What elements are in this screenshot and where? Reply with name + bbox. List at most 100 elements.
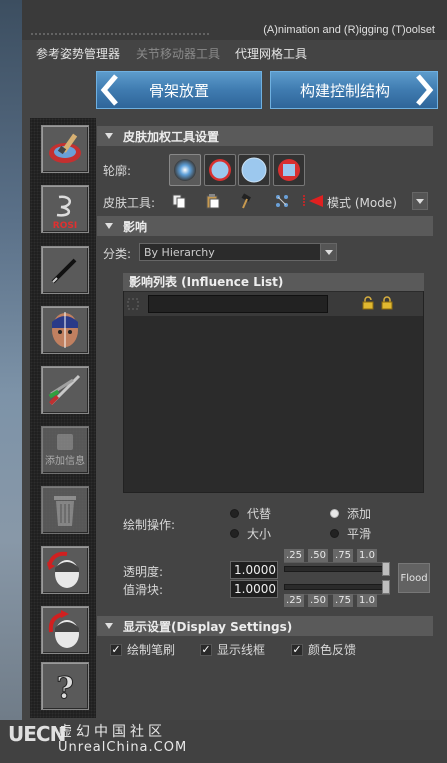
chevron-down-icon	[413, 193, 427, 209]
skin-tools-section-header[interactable]: 皮肤加权工具设置	[97, 126, 433, 146]
display-header-label: 显示设置(Display Settings)	[123, 619, 293, 634]
svg-text:?: ?	[56, 671, 74, 706]
title-grip[interactable]	[30, 32, 210, 36]
head-rotate-icon	[47, 551, 79, 588]
next-step-label: 构建控制结构	[299, 81, 390, 100]
sort-value: By Hierarchy	[144, 245, 215, 259]
paint-op-scale-label: 大小	[247, 527, 272, 541]
mode-arrow-icon	[303, 195, 323, 207]
paint-op-add[interactable]: 添加	[330, 505, 371, 522]
collapse-icon	[105, 133, 113, 139]
influence-section-header[interactable]: 影响	[97, 216, 433, 236]
check-icon: ✓	[291, 642, 303, 656]
scissors-icon	[48, 374, 81, 406]
brush-soft-button[interactable]	[169, 154, 201, 186]
paint-op-label: 绘制操作:	[123, 518, 176, 532]
site-name-cn: 虚幻中国社区	[58, 724, 166, 740]
lock-icon[interactable]	[381, 296, 393, 310]
lock-open-icon[interactable]	[362, 296, 374, 310]
select-verts-button[interactable]	[273, 192, 291, 210]
paint-op-scale[interactable]: 大小	[230, 525, 271, 542]
flood-button[interactable]: Flood	[398, 563, 430, 593]
tool-rosi-button[interactable]: ROSI	[41, 185, 89, 233]
grip-icon[interactable]	[127, 298, 139, 310]
tool-scissors-button[interactable]	[41, 366, 89, 414]
app-title: (A)nimation and (R)igging (T)oolset	[263, 24, 435, 36]
opacity-preset-100[interactable]: 1.0	[357, 549, 377, 562]
head-rotate-back-icon	[48, 610, 79, 648]
rosi-icon: ROSI	[53, 195, 77, 231]
tool-head-rotate-back-button[interactable]	[41, 606, 89, 654]
tool-trash-button[interactable]	[41, 486, 89, 534]
paint-op-replace[interactable]: 代替	[230, 505, 271, 522]
radio-dot	[230, 509, 239, 518]
value-preset-50[interactable]: .50	[308, 594, 328, 607]
color-feedback-checkbox[interactable]: ✓ 颜色反馈	[291, 641, 356, 658]
mirror-face-icon	[52, 312, 78, 348]
value-preset-100[interactable]: 1.0	[357, 594, 377, 607]
site-name-en: UnrealChina.COM	[58, 740, 188, 755]
tool-pencil-button[interactable]	[41, 246, 89, 294]
trash-icon	[54, 496, 76, 526]
value-slider-handle[interactable]	[382, 580, 390, 594]
chevron-down-icon	[320, 244, 336, 260]
site-logo: UECN	[8, 722, 66, 746]
brush-gaussian-button[interactable]	[204, 154, 236, 186]
tool-add-info-button[interactable]: 添加信息	[41, 426, 89, 474]
draw-brush-label: 绘制笔刷	[127, 643, 176, 657]
copy-icon	[172, 194, 186, 209]
value-slider-track[interactable]	[284, 584, 390, 590]
show-wireframe-checkbox[interactable]: ✓ 显示线框	[200, 641, 265, 658]
vertex-select-icon	[276, 195, 288, 207]
display-section-header[interactable]: 显示设置(Display Settings)	[97, 616, 433, 636]
paint-op-replace-label: 代替	[247, 507, 272, 521]
prev-step-button[interactable]: 骨架放置	[96, 71, 262, 109]
opacity-slider-track[interactable]	[284, 566, 390, 572]
show-wireframe-label: 显示线框	[217, 643, 266, 657]
skin-tools-label: 皮肤工具:	[103, 196, 156, 210]
sort-dropdown[interactable]: By Hierarchy	[139, 243, 337, 261]
value-preset-25[interactable]: .25	[284, 594, 304, 607]
draw-brush-checkbox[interactable]: ✓ 绘制笔刷	[110, 641, 175, 658]
radio-dot	[230, 529, 239, 538]
paste-weights-button[interactable]	[204, 192, 222, 210]
next-step-button[interactable]: 构建控制结构	[270, 71, 438, 109]
menu-item-proxy-mesh[interactable]: 代理网格工具	[235, 45, 307, 62]
check-icon: ✓	[200, 642, 212, 656]
tool-head-rotate-button[interactable]	[41, 546, 89, 594]
tool-mirror-button[interactable]	[41, 306, 89, 354]
opacity-scale-line	[284, 562, 390, 563]
collapse-icon	[105, 223, 113, 229]
hammer-weights-button[interactable]	[238, 192, 256, 210]
solid-brush-icon	[241, 157, 267, 183]
opacity-preset-50[interactable]: .50	[308, 549, 328, 562]
paint-op-add-label: 添加	[347, 507, 372, 521]
paint-op-smooth-label: 平滑	[347, 527, 372, 541]
value-preset-75[interactable]: .75	[333, 594, 353, 607]
paste-icon	[206, 194, 220, 209]
svg-text:ROSI: ROSI	[53, 221, 77, 231]
add-info-caption: 添加信息	[45, 456, 85, 467]
menu-item-ref-pose[interactable]: 参考姿势管理器	[36, 45, 120, 62]
influence-filter-input[interactable]	[148, 295, 328, 313]
brush-square-button[interactable]	[273, 154, 305, 186]
tool-skin-paint-button[interactable]	[41, 125, 89, 173]
mode-dropdown[interactable]	[412, 192, 428, 210]
paint-op-smooth[interactable]: 平滑	[330, 525, 371, 542]
copy-weights-button[interactable]	[170, 192, 188, 210]
value-label: 值滑块:	[123, 583, 164, 597]
radio-dot	[330, 509, 339, 518]
opacity-field[interactable]: 1.0000	[230, 561, 278, 579]
chevron-left-icon	[100, 74, 118, 106]
opacity-preset-25[interactable]: .25	[284, 549, 304, 562]
menu-item-joint-mover[interactable]: 关节移动器工具	[136, 45, 220, 62]
skin-paint-icon	[49, 133, 81, 163]
sort-label: 分类:	[103, 247, 132, 261]
tool-help-button[interactable]: ?	[41, 662, 89, 710]
viewport-strip	[0, 0, 22, 720]
opacity-slider-handle[interactable]	[382, 562, 390, 576]
value-field[interactable]: 1.0000	[230, 580, 278, 598]
opacity-preset-75[interactable]: .75	[333, 549, 353, 562]
collapse-icon	[105, 623, 113, 629]
brush-solid-button[interactable]	[238, 154, 270, 186]
